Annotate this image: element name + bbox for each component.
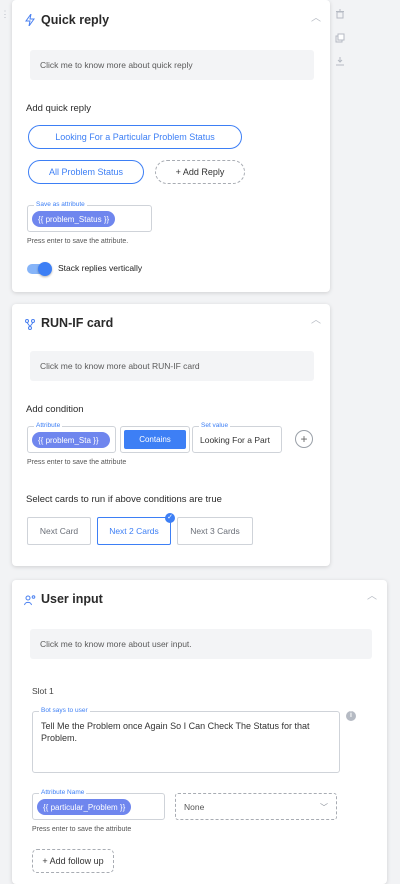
copy-icon[interactable] bbox=[335, 33, 345, 43]
select-value: None bbox=[184, 801, 205, 812]
bot-says-textarea[interactable]: Bot says to user Tell Me the Problem onc… bbox=[32, 707, 340, 773]
info-link[interactable]: Click me to know more about user input. bbox=[30, 629, 372, 659]
toggle-knob bbox=[38, 262, 52, 276]
user-input-icon bbox=[24, 594, 36, 606]
user-input-card: User input ︿ Click me to know more about… bbox=[12, 580, 387, 884]
chevron-up-icon[interactable]: ︿ bbox=[367, 592, 377, 602]
quick-reply-button[interactable]: Looking For a Particular Problem Status bbox=[28, 125, 242, 149]
attribute-chip[interactable]: {{ particular_Problem }} bbox=[37, 799, 132, 815]
slot-label: Slot 1 bbox=[32, 686, 54, 696]
option-next-3-cards[interactable]: Next 3 Cards bbox=[177, 517, 253, 545]
attribute-name-field[interactable]: Attribute Name {{ particular_Problem }} bbox=[32, 789, 165, 820]
add-quick-reply-label: Add quick reply bbox=[26, 103, 91, 114]
quick-reply-card: Quick reply ︿ Click me to know more abou… bbox=[12, 0, 330, 292]
toggle-label: Stack replies vertically bbox=[58, 263, 143, 273]
info-link[interactable]: Click me to know more about RUN-IF card bbox=[30, 351, 314, 381]
add-condition-label: Add condition bbox=[26, 404, 84, 415]
set-value-text: Looking For a Part bbox=[200, 435, 270, 445]
field-legend: Attribute bbox=[34, 422, 63, 430]
option-next-card[interactable]: Next Card bbox=[27, 517, 91, 545]
chevron-up-icon[interactable]: ︿ bbox=[311, 316, 321, 326]
lightning-icon bbox=[24, 13, 36, 27]
field-legend: Attribute Name bbox=[39, 789, 87, 797]
card-title: Quick reply bbox=[41, 13, 110, 27]
stack-vertical-toggle[interactable] bbox=[27, 262, 52, 276]
card-title: User input bbox=[41, 592, 103, 606]
info-link[interactable]: Click me to know more about quick reply bbox=[30, 50, 314, 80]
set-value-field[interactable]: Set value Looking For a Part bbox=[192, 422, 282, 453]
drag-handle-icon[interactable]: ⋮ bbox=[0, 9, 10, 19]
field-legend: Set value bbox=[199, 422, 231, 430]
check-icon: ✓ bbox=[165, 513, 175, 523]
add-condition-icon[interactable]: + bbox=[295, 430, 313, 448]
add-reply-button[interactable]: + Add Reply bbox=[155, 160, 245, 184]
info-icon[interactable]: i bbox=[346, 711, 356, 721]
trash-icon[interactable] bbox=[335, 9, 345, 19]
hint-text: Press enter to save the attribute bbox=[27, 459, 127, 466]
chevron-up-icon[interactable]: ︿ bbox=[311, 14, 321, 24]
attribute-chip[interactable]: {{ problem_Status }} bbox=[32, 211, 116, 227]
attribute-field[interactable]: Attribute {{ problem_Sta }} bbox=[27, 422, 116, 453]
field-legend: Save as attribute bbox=[34, 201, 87, 209]
chevron-down-icon: ﹀ bbox=[320, 803, 328, 812]
card-title: RUN-IF card bbox=[41, 316, 114, 330]
operator-value: Contains bbox=[124, 430, 186, 449]
quick-reply-button[interactable]: All Problem Status bbox=[28, 160, 144, 184]
attribute-type-select[interactable]: None ﹀ bbox=[175, 793, 337, 820]
option-next-2-cards[interactable]: Next 2 Cards bbox=[97, 517, 171, 545]
bot-says-text: Tell Me the Problem once Again So I Can … bbox=[41, 721, 310, 743]
attribute-chip[interactable]: {{ problem_Sta }} bbox=[32, 432, 110, 448]
hint-text: Press enter to save the attribute. bbox=[27, 238, 129, 245]
branch-icon bbox=[24, 318, 36, 330]
select-cards-label: Select cards to run if above conditions … bbox=[26, 494, 222, 505]
save-attribute-field[interactable]: Save as attribute {{ problem_Status }} bbox=[27, 201, 152, 232]
field-legend: Bot says to user bbox=[39, 707, 90, 715]
add-follow-up-button[interactable]: + Add follow up bbox=[32, 849, 114, 873]
run-if-card: RUN-IF card ︿ Click me to know more abou… bbox=[12, 304, 330, 566]
download-icon[interactable] bbox=[335, 56, 345, 66]
hint-text: Press enter to save the attribute bbox=[32, 826, 132, 833]
operator-select[interactable]: Contains bbox=[120, 426, 190, 453]
